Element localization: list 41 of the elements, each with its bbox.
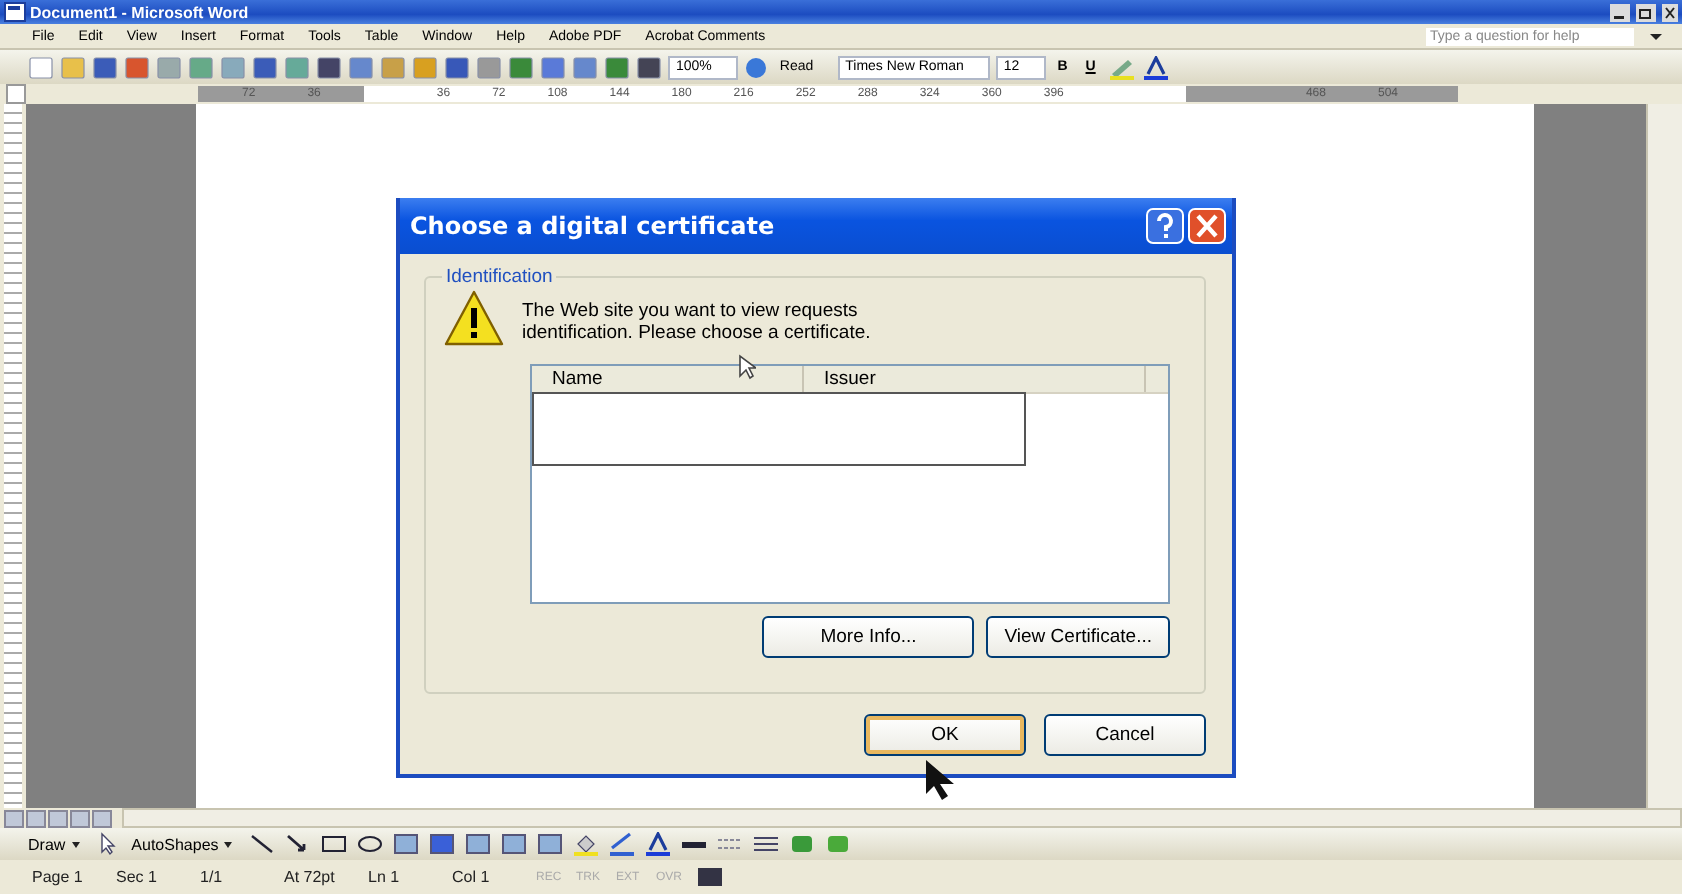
horizontal-scrollbar[interactable] [122, 808, 1682, 828]
fill-color-icon[interactable] [572, 832, 601, 856]
ok-button[interactable]: OK [864, 714, 1026, 756]
status-item: 1/1 [200, 868, 225, 886]
font-color-icon[interactable] [1141, 55, 1170, 79]
restore-icon[interactable] [1636, 3, 1656, 21]
rect-icon[interactable] [320, 832, 349, 856]
status-item: Page 1 [32, 868, 85, 886]
draw-menu-button[interactable]: Draw [24, 835, 70, 853]
line-icon[interactable] [248, 832, 277, 856]
cancel-button[interactable]: Cancel [1044, 714, 1206, 756]
message-text: The Web site you want to view requests identification. Please choose a certificate. [522, 300, 873, 344]
dialog-title: Choose a digital certificate [410, 212, 775, 240]
window-title: Document1 - Microsoft Word [30, 3, 249, 21]
help-icon[interactable] [1146, 208, 1184, 244]
autoshapes-menu-button[interactable]: AutoShapes [127, 835, 223, 853]
close-icon[interactable] [1662, 3, 1678, 21]
mouse-cursor-icon [738, 354, 756, 380]
line-color-icon[interactable] [608, 832, 637, 856]
status-item: At 72pt [284, 868, 337, 886]
spelling-status-icon [696, 866, 724, 888]
status-item: Col 1 [452, 868, 492, 886]
status-item: Ln 1 [368, 868, 402, 886]
group-label: Identification [444, 266, 555, 288]
font-color-icon[interactable] [644, 832, 673, 856]
tab-selector-icon[interactable] [6, 84, 26, 104]
warning-icon [442, 288, 506, 348]
help-icon[interactable] [743, 55, 768, 79]
minimize-icon[interactable] [1610, 3, 1630, 21]
3d-icon[interactable] [824, 832, 853, 856]
status-item: Sec 1 [116, 868, 159, 886]
wordart-icon[interactable] [428, 832, 457, 856]
word-app-icon [4, 2, 26, 22]
caret-icon[interactable] [224, 841, 233, 847]
dialog-button[interactable]: More Info... [762, 616, 975, 658]
dialog-button[interactable]: View Certificate... [986, 616, 1170, 658]
arrow-style-icon[interactable] [752, 832, 781, 856]
vertical-scrollbar[interactable] [1646, 104, 1682, 808]
oval-icon[interactable] [356, 832, 385, 856]
pointer-icon[interactable] [95, 832, 120, 856]
caret-icon[interactable] [71, 841, 80, 847]
